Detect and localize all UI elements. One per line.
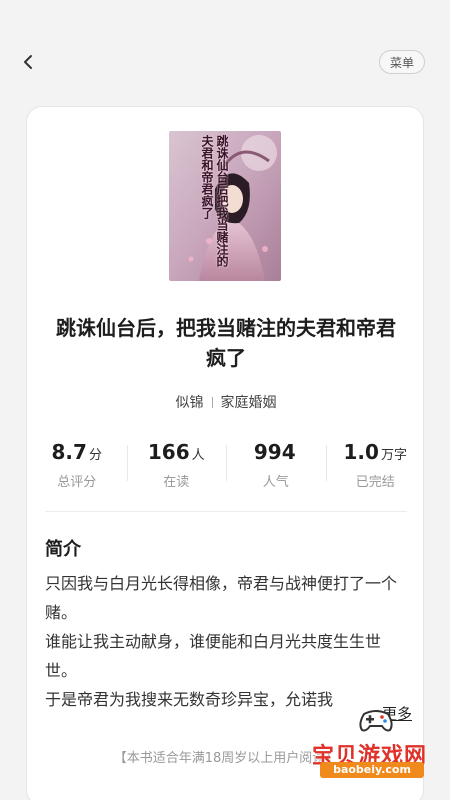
stat-label: 已完结 [355, 475, 395, 490]
category-tag[interactable]: 家庭婚姻 [221, 392, 277, 412]
watermark-logo: 宝贝游戏网 baobeiy.com [312, 700, 442, 782]
menu-button[interactable]: 菜单 [379, 50, 425, 74]
book-stats: 8.7 分 总评分 166 人 在读 994 人气 1.0 万字 已完结 [27, 437, 424, 497]
stat-word-count: 1.0 万字 已完结 [325, 437, 424, 497]
stat-label: 在读 [163, 475, 190, 490]
meta-divider [211, 396, 213, 408]
section-divider [45, 511, 407, 512]
intro-paragraph: 只因我与白月光长得相像，帝君与战神便打了一个赌。 [45, 574, 398, 622]
top-bar: 菜单 [0, 0, 450, 100]
stat-number: 166 [147, 440, 190, 464]
stat-popularity: 994 人气 [226, 437, 326, 497]
author-name[interactable]: 似锦 [176, 392, 204, 412]
stat-label: 总评分 [57, 475, 97, 490]
stat-unit: 分 [88, 448, 102, 463]
intro-heading: 简介 [45, 539, 81, 560]
watermark-url: baobeiy.com [320, 762, 424, 778]
stat-number: 994 [253, 440, 296, 464]
book-detail-card: 跳诛仙台后把我当赌注的夫君和帝君疯了 跳诛仙台后，把我当赌注的夫君和帝君疯了 似… [26, 106, 424, 800]
back-button[interactable] [16, 48, 40, 76]
stat-number: 1.0 [343, 440, 379, 464]
stat-value: 1.0 万字 [326, 437, 424, 471]
book-meta: 似锦 家庭婚姻 [27, 391, 423, 413]
stat-unit: 人 [191, 448, 205, 463]
stat-readers: 166 人 在读 [126, 437, 227, 497]
intro-paragraph: 谁能让我主动献身，谁便能和白月光共度生生世世。 [45, 632, 382, 680]
stat-unit: 万字 [380, 448, 407, 463]
intro-text: 只因我与白月光长得相像，帝君与战神便打了一个赌。 谁能让我主动献身，谁便能和白月… [45, 569, 407, 714]
stat-rating: 8.7 分 总评分 [27, 437, 127, 497]
cover-title-text: 跳诛仙台后把我当赌注的夫君和帝君疯了 [200, 135, 229, 267]
stat-number: 8.7 [51, 440, 87, 464]
stat-value: 166 人 [127, 437, 227, 471]
book-cover[interactable]: 跳诛仙台后把我当赌注的夫君和帝君疯了 [169, 131, 281, 281]
stat-label: 人气 [262, 475, 289, 490]
chevron-left-icon [24, 55, 32, 69]
gamepad-icon [359, 710, 393, 732]
stat-value: 8.7 分 [27, 437, 127, 471]
stat-value: 994 [226, 437, 326, 471]
book-title: 跳诛仙台后，把我当赌注的夫君和帝君疯了 [56, 316, 396, 370]
